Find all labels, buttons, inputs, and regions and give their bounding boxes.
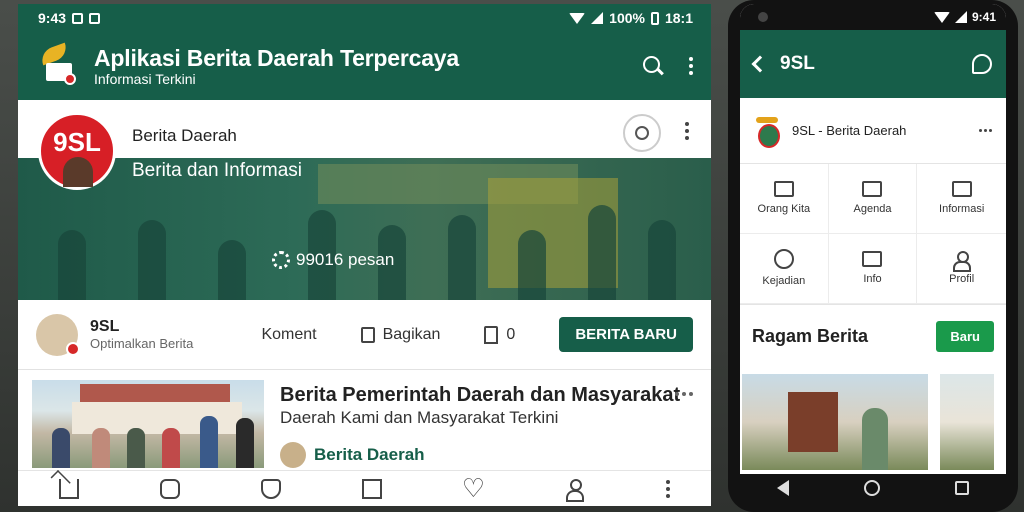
- search-icon[interactable]: [643, 56, 663, 76]
- avatar-text: 9SL: [53, 127, 101, 157]
- section-heading: Ragam Berita: [752, 325, 869, 346]
- app-logo-icon: [754, 116, 780, 148]
- app-bar: Aplikasi Berita Daerah Terpercaya Inform…: [18, 32, 711, 100]
- calendar-icon: [862, 181, 883, 197]
- grid-item[interactable]: Agenda: [828, 164, 918, 234]
- account-name: 9SL: [90, 318, 120, 335]
- source-avatar: [280, 442, 306, 468]
- news-thumbnail: [32, 380, 264, 468]
- user-icon[interactable]: [565, 478, 585, 502]
- profile-stat: 99016 pesan: [272, 250, 394, 270]
- more-horiz-icon[interactable]: [675, 392, 693, 396]
- profile-header: 9SL Berita Daerah Berita dan Informasi 9…: [18, 100, 711, 300]
- news-thumbnail[interactable]: [940, 374, 994, 470]
- news-item[interactable]: Berita Pemerintah Daerah dan Masyarakat …: [18, 370, 711, 470]
- profile-avatar[interactable]: 9SL: [38, 112, 116, 190]
- account-sub: Optimalkan Berita: [90, 336, 194, 351]
- share-icon: [360, 326, 375, 343]
- grid-item[interactable]: Orang Kita: [740, 164, 829, 234]
- phone-device: 9:41 9SL 9SL - Berita Daerah Orang Kita: [728, 0, 1018, 512]
- more-vert-icon[interactable]: [666, 479, 671, 498]
- back-nav-icon[interactable]: [777, 480, 790, 496]
- signal-icon: [954, 11, 967, 23]
- shield-icon[interactable]: [261, 478, 282, 499]
- battery-icon: [650, 11, 659, 25]
- section-header: Ragam Berita Baru: [740, 305, 1006, 367]
- news-thumbnail[interactable]: [742, 374, 928, 470]
- profile-name: Berita Daerah: [132, 126, 237, 145]
- home-nav-icon[interactable]: [863, 480, 880, 496]
- action-row: 9SL Optimalkan Berita Koment Bagikan 0 B…: [18, 300, 711, 370]
- app-subtitle: Informasi Terkini: [94, 71, 196, 87]
- grid-item[interactable]: Kejadian: [740, 234, 829, 304]
- phone-profile-name: 9SL - Berita Daerah: [792, 123, 907, 138]
- signal-icon: [591, 12, 604, 24]
- status-bar: 9:43 100% 18:1: [18, 4, 711, 32]
- share-action[interactable]: Bagikan: [360, 326, 440, 344]
- app-logo-icon: [36, 42, 82, 89]
- user-icon: [952, 251, 972, 272]
- screenshot-stage: 9:43 100% 18:1 Aplikasi Berita Daerah Te…: [0, 0, 1024, 512]
- profile-search-button[interactable]: [623, 114, 661, 152]
- chat-icon[interactable]: [972, 54, 992, 74]
- clock-icon: [773, 249, 794, 269]
- bottom-nav: [18, 470, 711, 506]
- phone-profile-row[interactable]: 9SL - Berita Daerah: [740, 98, 1006, 164]
- news-source[interactable]: Berita Daerah: [280, 442, 425, 468]
- menu-grid: Orang Kita Agenda Informasi Kejadian Inf…: [740, 164, 1006, 305]
- mail-icon: [951, 181, 972, 197]
- cover-photo: [18, 158, 711, 300]
- heart-icon[interactable]: [462, 473, 485, 504]
- grid-item[interactable]: Info: [828, 234, 918, 304]
- news-title[interactable]: Berita Pemerintah Daerah dan Masyarakat: [280, 384, 680, 407]
- more-vert-icon[interactable]: [685, 122, 689, 140]
- more-vert-icon[interactable]: [689, 57, 693, 75]
- chat-icon[interactable]: [159, 478, 180, 499]
- phone-status-bar: 9:41: [740, 4, 1006, 30]
- wifi-icon: [933, 11, 950, 23]
- section-button[interactable]: Baru: [936, 320, 994, 352]
- grid-item[interactable]: Profil: [917, 234, 1006, 304]
- avatar[interactable]: [36, 313, 80, 356]
- system-nav: [740, 472, 1006, 504]
- wifi-icon: [569, 12, 586, 24]
- phone-app-bar: 9SL: [740, 30, 1006, 98]
- back-icon[interactable]: [751, 55, 769, 73]
- app-title: Aplikasi Berita Daerah Terpercaya: [94, 45, 459, 71]
- more-horiz-icon[interactable]: [979, 129, 992, 132]
- status-clock: 18:1: [664, 10, 693, 26]
- news-description: Daerah Kami dan Masyarakat Terkini: [280, 408, 559, 427]
- gear-icon: [272, 251, 290, 269]
- document-icon[interactable]: [362, 478, 383, 499]
- recents-nav-icon[interactable]: [954, 481, 969, 495]
- home-icon[interactable]: [58, 478, 79, 499]
- battery-percent: 100%: [609, 10, 645, 26]
- bookmark-action[interactable]: 0: [484, 325, 515, 344]
- grid-item[interactable]: Informasi: [917, 164, 1006, 234]
- notification-icon: [72, 12, 84, 24]
- profile-stat-text: 99016 pesan: [296, 250, 395, 269]
- news-source-name: Berita Daerah: [314, 445, 425, 464]
- phone-app-title: 9SL: [780, 53, 815, 74]
- tablet-screen: 9:43 100% 18:1 Aplikasi Berita Daerah Te…: [18, 4, 711, 506]
- status-time: 9:43: [38, 10, 67, 26]
- search-icon: [635, 126, 649, 140]
- new-news-button[interactable]: BERITA BARU: [559, 317, 693, 352]
- profile-tagline: Berita dan Informasi: [132, 160, 303, 181]
- message-icon: [862, 251, 883, 267]
- bookmark-icon: [484, 325, 499, 344]
- phone-status-time: 9:41: [971, 10, 996, 24]
- notification-icon: [89, 12, 101, 24]
- comment-action[interactable]: Koment: [261, 326, 316, 344]
- mail-icon: [773, 181, 794, 197]
